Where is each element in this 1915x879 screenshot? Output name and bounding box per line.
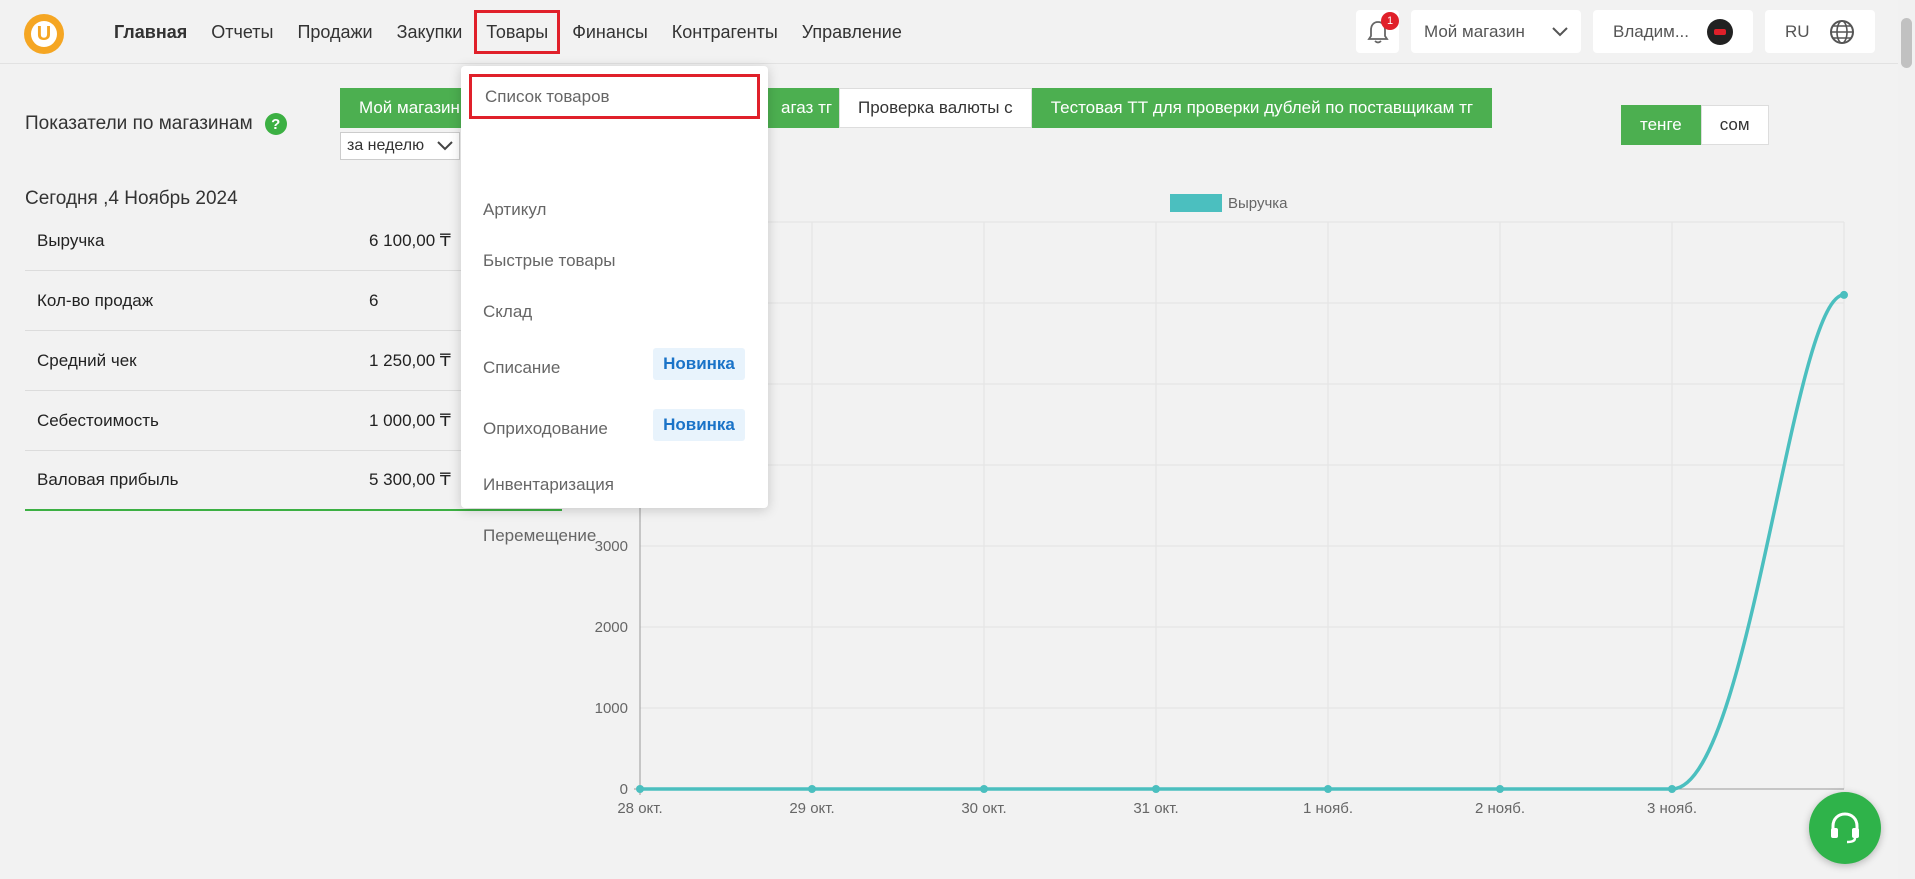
data-point [636, 785, 644, 793]
app-logo[interactable]: U [24, 14, 64, 54]
nav-item-management[interactable]: Управление [790, 10, 914, 54]
chart-x-ticks: 28 окт. 29 окт. 30 окт. 31 окт. 1 нояб. 2 ноя… [617, 800, 1697, 817]
page-scrollbar[interactable] [1898, 0, 1915, 879]
store-select-label: Мой магазин [1424, 21, 1525, 41]
section-title: Показатели по магазинам ? [25, 113, 287, 135]
chart-series [636, 290, 1848, 793]
data-point [980, 785, 988, 793]
y-tick-label: 3000 [595, 538, 628, 555]
metric-value: 5 300,00 ₸ [369, 470, 451, 489]
nav-item-products[interactable]: Товары [474, 10, 561, 54]
scrollbar-thumb[interactable] [1901, 18, 1912, 68]
series-line [640, 293, 1845, 791]
metric-label: Себестоимость [37, 410, 159, 430]
tab-test-store[interactable]: Тестовая ТТ для проверки дублей по поста… [1031, 88, 1493, 128]
x-tick-label: 31 окт. [1133, 800, 1178, 817]
legend-label: Выручка [1228, 195, 1288, 212]
period-select[interactable]: за неделю [340, 132, 460, 160]
menu-item-warehouse[interactable]: Склад [483, 302, 532, 322]
main-nav: Главная Отчеты Продажи Закупки Товары Фи… [102, 0, 914, 64]
legend-swatch [1170, 194, 1222, 212]
notification-badge: 1 [1381, 12, 1399, 30]
metric-label: Кол-во продаж [37, 290, 154, 310]
metric-value: 6 100,00 ₸ [369, 230, 451, 250]
headset-icon [1831, 812, 1859, 844]
menu-item-transfer[interactable]: Перемещение [483, 526, 596, 546]
currency-toggle: тенге сом [1621, 105, 1769, 145]
chart-legend: Выручка [1170, 194, 1288, 212]
chevron-down-icon [437, 141, 453, 151]
nav-item-finance[interactable]: Финансы [560, 10, 660, 54]
metric-value: 1 000,00 ₸ [369, 410, 451, 430]
help-icon[interactable]: ? [264, 113, 287, 135]
language-select[interactable]: RU [1765, 10, 1875, 53]
data-point [808, 785, 816, 793]
menu-item-article[interactable]: Артикул [483, 200, 546, 220]
data-point [1496, 785, 1504, 793]
metric-label: Средний чек [37, 350, 137, 370]
y-tick-label: 0 [620, 781, 628, 798]
chevron-down-icon [1552, 26, 1568, 36]
new-badge: Новинка [653, 409, 745, 441]
menu-item-quick-products[interactable]: Быстрые товары [483, 251, 616, 271]
y-tick-label: 2000 [595, 619, 628, 636]
nav-item-purchases[interactable]: Закупки [385, 10, 475, 54]
data-point [1324, 785, 1332, 793]
nav-item-home[interactable]: Главная [102, 10, 199, 54]
globe-icon [1830, 19, 1854, 44]
menu-item-write-off[interactable]: Списание [483, 358, 560, 378]
nav-item-reports[interactable]: Отчеты [199, 10, 285, 54]
period-label: за неделю [347, 137, 425, 154]
x-tick-label: 29 окт. [789, 800, 834, 817]
store-select[interactable]: Мой магазин [1411, 10, 1581, 53]
products-dropdown: Список товаров Артикул Быстрые товары Ск… [461, 66, 768, 545]
data-point [1840, 290, 1848, 299]
notifications-button[interactable]: 1 [1356, 10, 1399, 53]
x-tick-label: 28 окт. [617, 800, 662, 817]
x-tick-label: 3 нояб. [1647, 800, 1697, 817]
metric-value: 6 [369, 290, 379, 310]
y-tick-label: 1000 [595, 700, 628, 717]
metric-label: Выручка [37, 230, 105, 250]
menu-item-receipt[interactable]: Оприходование [483, 419, 608, 439]
chart-grid [634, 221, 1845, 795]
section-title-text: Показатели по магазинам [25, 113, 253, 134]
x-tick-label: 30 окт. [961, 800, 1006, 817]
user-name: Владим... [1613, 21, 1689, 41]
top-navbar: U Главная Отчеты Продажи Закупки Товары … [0, 0, 1915, 64]
metric-label: Валовая прибыль [37, 470, 179, 489]
nav-item-counterparties[interactable]: Контрагенты [660, 10, 790, 54]
menu-item-inventory[interactable]: Инвентаризация [483, 475, 614, 495]
tab-store-tg[interactable]: агаз тг [772, 88, 839, 128]
data-point [1668, 785, 1676, 793]
x-tick-label: 1 нояб. [1303, 800, 1353, 817]
menu-item-product-list[interactable]: Список товаров [469, 74, 760, 119]
avatar [1707, 18, 1733, 45]
x-tick-label: 2 нояб. [1475, 800, 1525, 817]
support-button[interactable] [1809, 792, 1881, 864]
new-badge: Новинка [653, 348, 745, 380]
currency-tenge[interactable]: тенге [1621, 105, 1701, 145]
metric-value: 1 250,00 ₸ [369, 350, 451, 370]
data-point [1152, 785, 1160, 793]
language-label: RU [1785, 21, 1810, 41]
currency-som[interactable]: сом [1700, 105, 1769, 145]
user-menu[interactable]: Владим... [1593, 10, 1753, 53]
nav-item-sales[interactable]: Продажи [285, 10, 384, 54]
today-date: Сегодня ,4 Ноябрь 2024 [25, 188, 238, 209]
chart-y-ticks: 0 1000 2000 3000 [595, 538, 628, 798]
tab-currency-check[interactable]: Проверка валюты с [839, 88, 1032, 128]
